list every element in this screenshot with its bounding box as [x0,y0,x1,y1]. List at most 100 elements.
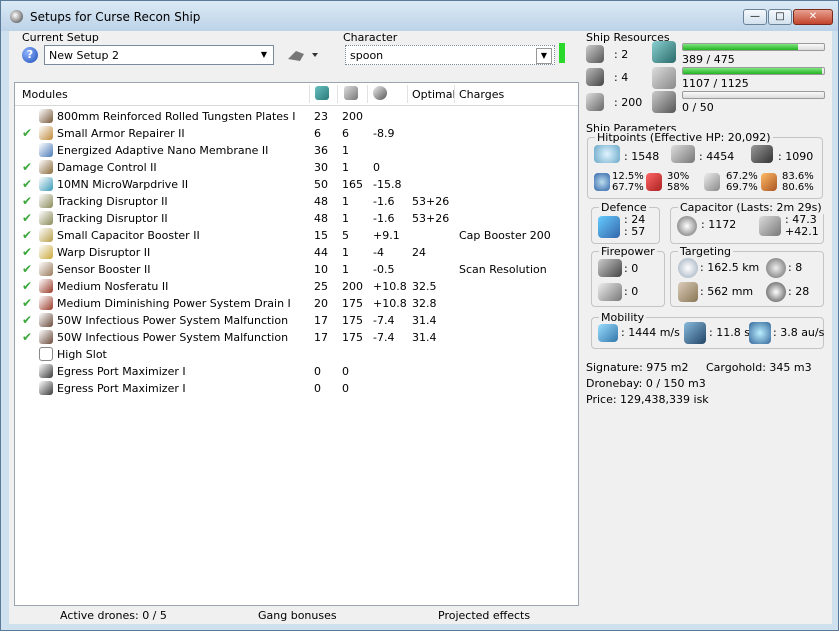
setup-select-value: New Setup 2 [49,49,120,62]
module-row[interactable]: ✔ Medium Nosferatu II 25 200 +10.8 32.5 [15,278,578,295]
powergrid-column-icon[interactable] [344,86,358,100]
modules-column-header[interactable]: Modules [22,88,68,101]
help-icon[interactable]: ? [22,47,38,63]
minimize-button[interactable]: — [743,9,767,25]
targeting-title: Targeting [678,245,734,258]
module-powergrid: 0 [342,365,349,378]
module-capacitor: +9.1 [373,229,400,242]
close-button[interactable]: ✕ [793,9,833,25]
module-optimal: 31.4 [412,331,437,344]
active-check-icon[interactable]: ✔ [22,262,32,276]
turret-hardpoints-icon [586,45,604,63]
module-optimal: 31.4 [412,314,437,327]
module-row[interactable]: ✔ Tracking Disruptor II 48 1 -1.6 53+26 [15,193,578,210]
active-check-icon[interactable]: ✔ [22,279,32,293]
module-capacitor: +10.8 [373,297,407,310]
module-row[interactable]: Egress Port Maximizer I 0 0 [15,380,578,397]
nosferatu-icon [39,279,53,293]
modules-list[interactable]: Modules Optimal Charges 800mm Reinforced… [14,82,579,606]
calibration-bar [682,91,825,99]
maximize-button[interactable]: □ [768,9,792,25]
active-check-icon[interactable]: ✔ [22,313,32,327]
active-check-icon[interactable]: ✔ [22,228,32,242]
ship-info-panel: Ship Resources : 2 : 4 : 200 389 / 475 1… [586,31,832,624]
capacitor-icon [677,216,697,236]
hitpoints-title: Hitpoints (Effective HP: 20,092) [595,131,773,144]
module-capacitor: 0 [373,161,380,174]
drone-bandwidth: : 200 [614,96,643,109]
module-row[interactable]: Energized Adaptive Nano Membrane II 36 1 [15,142,578,159]
active-check-icon[interactable]: ✔ [22,330,32,344]
em-resist-icon [594,173,610,191]
warp-speed-icon [749,322,771,344]
module-row[interactable]: High Slot [15,346,578,363]
active-check-icon[interactable]: ✔ [22,126,32,140]
module-row[interactable]: ✔ 50W Infectious Power System Malfunction… [15,312,578,329]
module-powergrid: 1 [342,263,349,276]
gang-bonuses-status[interactable]: Gang bonuses [258,609,337,622]
module-charges: Cap Booster 200 [459,229,551,242]
app-icon [10,10,23,23]
module-powergrid: 175 [342,297,363,310]
active-check-icon[interactable]: ✔ [22,194,32,208]
launcher-hardpoints-icon [586,68,604,86]
capacitor-recharge-icon [759,216,781,236]
module-name: Warp Disruptor II [57,246,151,259]
ship-menu-button[interactable] [286,45,320,65]
module-optimal: 24 [412,246,426,259]
module-powergrid: 5 [342,229,349,242]
module-name: 50W Infectious Power System Malfunction [57,314,289,327]
em-shield-resist: 12.5% [612,171,644,182]
module-name: Tracking Disruptor II [57,212,168,225]
module-row[interactable]: Egress Port Maximizer I 0 0 [15,363,578,380]
module-row[interactable]: ✔ Medium Diminishing Power System Drain I… [15,295,578,312]
damage-control-icon [39,160,53,174]
module-capacitor: -1.6 [373,195,395,208]
module-cpu: 36 [314,144,328,157]
capacitor-column-icon[interactable] [373,86,387,100]
module-row[interactable]: ✔ Small Capacitor Booster II 15 5 +9.1 Cap Bo… [15,227,578,244]
module-powergrid: 6 [342,127,349,140]
module-row[interactable]: ✔ Sensor Booster II 10 1 -0.5 Scan Resolution [15,261,578,278]
explosive-shield-resist: 83.6% [782,171,814,182]
module-row[interactable]: ✔ Damage Control II 30 1 0 [15,159,578,176]
scan-resolution-icon [678,282,698,302]
ship-icon [288,51,318,61]
calibration-text: 0 / 50 [682,101,714,114]
module-row[interactable]: ✔ 50W Infectious Power System Malfunction… [15,329,578,346]
module-row[interactable]: ✔ Tracking Disruptor II 48 1 -1.6 53+26 [15,210,578,227]
skills-status-indicator [559,43,565,63]
dronebay: Dronebay: 0 / 150 m3 [586,377,706,390]
setup-select[interactable]: New Setup 2 ▼ [44,45,274,65]
active-check-icon[interactable]: ✔ [22,296,32,310]
align-time: : 11.8 s [709,326,750,339]
module-name: Small Armor Repairer II [57,127,185,140]
module-optimal: 32.8 [412,297,437,310]
targeting-range-icon [678,258,698,278]
neutralizer-icon [39,330,53,344]
charges-column-header[interactable]: Charges [459,88,504,101]
module-capacitor: -7.4 [373,331,395,344]
module-row[interactable]: ✔ 10MN MicroWarpdrive II 50 165 -15.8 [15,176,578,193]
module-row[interactable]: ✔ Warp Disruptor II 44 1 -4 24 [15,244,578,261]
warp-disruptor-icon [39,245,53,259]
cargohold: Cargohold: 345 m3 [706,361,812,374]
cpu-column-icon[interactable] [315,86,329,100]
active-drones-status[interactable]: Active drones: 0 / 5 [60,609,167,622]
module-row[interactable]: ✔ Small Armor Repairer II 6 6 -8.9 [15,125,578,142]
client-area: Current Setup ? New Setup 2 ▼ Character … [9,31,832,624]
active-check-icon[interactable]: ✔ [22,245,32,259]
active-check-icon[interactable]: ✔ [22,211,32,225]
active-check-icon[interactable]: ✔ [22,160,32,174]
optimal-column-header[interactable]: Optimal [412,88,456,101]
module-optimal: 32.5 [412,280,437,293]
module-name: Medium Nosferatu II [57,280,169,293]
active-check-icon[interactable]: ✔ [22,177,32,191]
character-select[interactable]: spoon ▼ [345,45,555,65]
rig-icon [39,364,53,378]
projected-effects-status[interactable]: Projected effects [438,609,530,622]
module-row[interactable]: 800mm Reinforced Rolled Tungsten Plates … [15,108,578,125]
power-drain-icon [39,296,53,310]
character-select-value: spoon [350,49,384,62]
missile-dps-icon [598,283,622,301]
